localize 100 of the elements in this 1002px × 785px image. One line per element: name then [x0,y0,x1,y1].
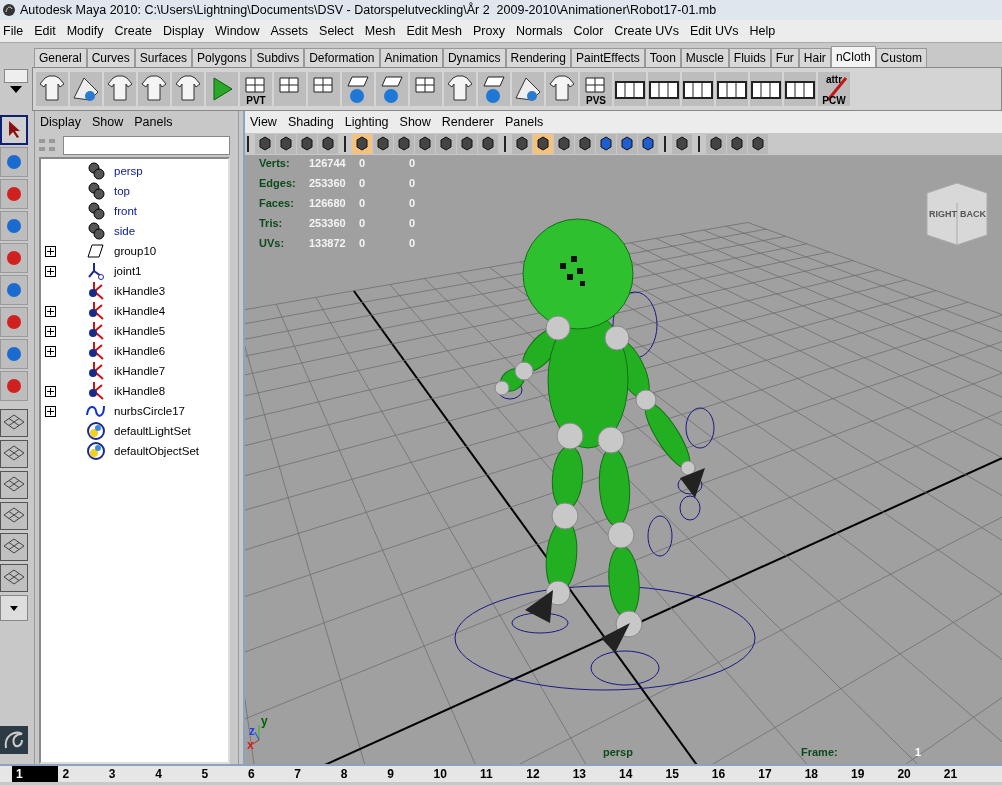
film-strip-icon[interactable] [648,72,680,106]
grid-plane-icon[interactable] [410,72,442,106]
timeline-frame[interactable]: 5 [197,766,244,782]
menu-item[interactable]: Create UVs [611,24,687,38]
dropdown-arrow-icon[interactable] [10,86,22,94]
timeline-frame[interactable]: 3 [104,766,152,782]
timeline-frame[interactable]: 1 [12,766,59,782]
shirt-icon[interactable] [36,72,68,106]
expand-icon[interactable] [45,305,56,317]
expand-icon[interactable] [45,265,56,277]
viewport-tool-button[interactable] [436,134,456,154]
expand-icon[interactable] [45,385,56,397]
timeline-frame[interactable]: 15 [661,766,708,782]
timeline-frame[interactable]: 6 [243,766,291,782]
timeline-frame[interactable]: 20 [893,766,940,782]
menu-item[interactable]: Lighting [341,115,397,129]
timeline-frame[interactable]: 21 [939,766,987,782]
menu-item[interactable]: Panels [501,115,552,129]
menu-item[interactable]: Assets [267,24,317,38]
viewport-tool-button[interactable] [318,134,338,154]
panel-layout-button[interactable] [0,502,28,530]
menu-item[interactable]: Modify [63,24,112,38]
menu-item[interactable]: Show [89,115,132,129]
viewport-tool-button[interactable] [748,134,768,154]
outliner-item[interactable]: top [114,185,130,197]
panel-layout-button[interactable] [0,440,28,468]
grid-plane-icon[interactable] [308,72,340,106]
menu-item[interactable]: View [247,115,285,129]
viewport-tool-button[interactable] [276,134,296,154]
panel-layout-button[interactable] [0,533,28,561]
grid-plane-icon[interactable] [274,72,306,106]
timeline-frame[interactable]: 10 [429,766,476,782]
film-strip-icon[interactable] [784,72,816,106]
menu-item[interactable]: Show [396,115,439,129]
timeline-frame[interactable]: 7 [290,766,337,782]
timeline-frame[interactable]: 17 [754,766,801,782]
play-icon[interactable] [206,72,238,106]
menu-item[interactable]: Display [160,24,213,38]
shelf-tab[interactable]: Surfaces [134,48,193,67]
timeline-frame[interactable]: 19 [847,766,894,782]
timeline-frame[interactable]: 2 [58,766,105,782]
viewport-tool-button[interactable] [373,134,393,154]
timeline-frame[interactable]: 4 [151,766,198,782]
viewport-tool-button[interactable] [457,134,477,154]
shelf-tab[interactable]: Muscle [680,48,729,67]
menu-item[interactable]: Edit UVs [686,24,747,38]
viewport-tool-button[interactable] [297,134,317,154]
shelf-tab[interactable]: PaintEffects [570,48,645,67]
viewport-tool-button[interactable] [554,134,574,154]
menu-item[interactable]: Create [111,24,161,38]
outliner-item[interactable]: ikHandle8 [114,385,166,397]
shelf-tab[interactable]: Curves [86,48,135,67]
tool-button[interactable] [0,115,28,145]
outliner-item[interactable]: joint1 [114,265,142,277]
outliner-item[interactable]: ikHandle7 [114,365,166,377]
menu-item[interactable]: Normals [512,24,571,38]
shirt-icon[interactable] [546,72,578,106]
paint-brush-icon[interactable]: attr PCW [818,72,850,106]
outliner-item[interactable]: ikHandle5 [114,325,166,337]
film-strip-icon[interactable] [614,72,646,106]
expand-icon[interactable] [45,345,56,357]
menu-item[interactable]: Mesh [361,24,404,38]
shelf-tab[interactable]: General [34,48,87,67]
grid-plane-icon[interactable]: PVS [580,72,612,106]
outliner-item[interactable]: persp [114,165,143,177]
menu-item[interactable]: Color [570,24,612,38]
viewport-tool-button[interactable] [533,134,553,154]
viewport-tool-button[interactable] [512,134,532,154]
timeline-frame[interactable]: 16 [707,766,755,782]
viewport-tool-button[interactable] [617,134,637,154]
shelf-tab[interactable]: Animation [379,48,443,67]
menu-item[interactable]: Display [37,115,89,129]
menu-item[interactable]: Select [316,24,362,38]
viewport-tool-button[interactable] [575,134,595,154]
outliner-item[interactable]: side [114,225,136,237]
menu-item[interactable]: Proxy [469,24,513,38]
viewport-tool-button[interactable] [727,134,747,154]
shirt-icon[interactable] [104,72,136,106]
shelf-tab[interactable]: Rendering [505,48,571,67]
outliner-item[interactable]: defaultLightSet [114,425,191,437]
shelf-tab[interactable]: Hair [798,48,831,67]
timeline-frame[interactable]: 11 [475,766,523,782]
shelf-tab[interactable]: Dynamics [442,48,506,67]
timeline-frame[interactable]: 9 [383,766,430,782]
panel-layout-button[interactable] [0,471,28,499]
outliner-item[interactable]: front [114,205,137,217]
viewport-tool-button[interactable] [672,134,692,154]
search-field[interactable] [63,135,230,155]
menu-item[interactable]: Renderer [438,115,502,129]
viewport-tool-button[interactable] [478,134,498,154]
panel-layout-button[interactable] [0,409,28,437]
menu-item[interactable]: Shading [284,115,342,129]
shelf-tab[interactable]: Custom [875,48,927,67]
timeline-frame[interactable]: 14 [615,766,662,782]
timeline-frame[interactable]: 12 [522,766,569,782]
shelf-tab[interactable]: Polygons [192,48,252,67]
outliner-item[interactable]: nurbsCircle17 [114,405,185,417]
film-strip-icon[interactable] [750,72,782,106]
grid-plane-icon[interactable]: PVT [240,72,272,106]
viewport-tool-button[interactable] [706,134,726,154]
